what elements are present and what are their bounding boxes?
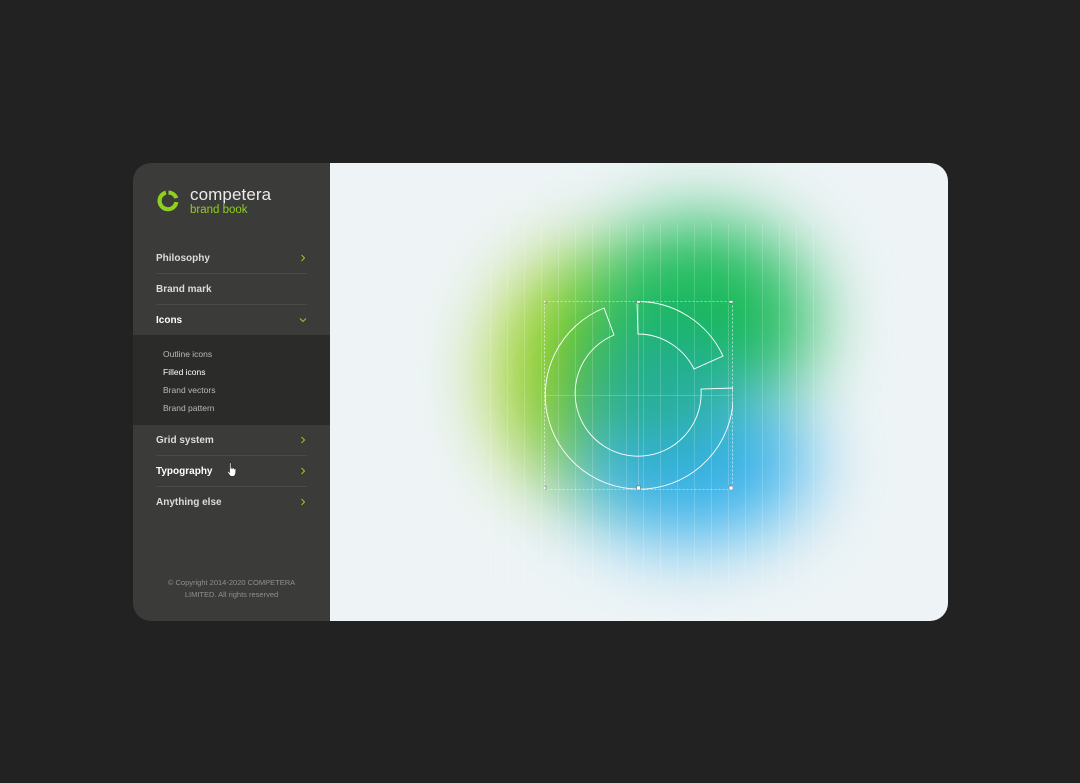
nav-item-label: Anything else [156, 496, 222, 508]
nav-item-grid-system[interactable]: Grid system [156, 425, 307, 456]
copyright-text: © Copyright 2014-2020 COMPETERA LIMITED.… [167, 578, 296, 599]
brand-subtitle: brand book [190, 204, 248, 216]
nav-item-icons[interactable]: Icons [156, 305, 307, 335]
logo-outline-artboard[interactable] [544, 301, 733, 490]
chevron-right-icon [301, 254, 306, 262]
resize-handle-top-left[interactable] [544, 301, 547, 304]
sidebar: competera brand book Philosophy Brand ma… [133, 163, 330, 621]
chevron-right-icon [301, 467, 306, 475]
chevron-down-icon [299, 318, 307, 323]
nav-item-label: Grid system [156, 434, 214, 446]
nav-item-anything-else[interactable]: Anything else [156, 487, 307, 517]
chevron-right-icon [301, 498, 306, 506]
nav-item-label: Brand mark [156, 283, 212, 295]
icon-canvas [330, 163, 948, 621]
nav-item-label: Typography [156, 465, 213, 477]
resize-handle-bottom-middle[interactable] [636, 485, 641, 490]
brandbook-window: competera brand book Philosophy Brand ma… [133, 163, 948, 621]
submenu-item-brand-vectors[interactable]: Brand vectors [133, 381, 330, 399]
chevron-right-icon [301, 436, 306, 444]
submenu-item-brand-pattern[interactable]: Brand pattern [133, 399, 330, 417]
competera-logo-icon [157, 190, 179, 212]
submenu-item-filled-icons[interactable]: Filled icons [133, 363, 330, 381]
nav-item-philosophy[interactable]: Philosophy [156, 243, 307, 274]
submenu-item-outline-icons[interactable]: Outline icons [133, 345, 330, 363]
resize-handle-bottom-left[interactable] [544, 485, 547, 490]
brand-logo[interactable]: competera brand book [155, 185, 271, 217]
nav-item-label: Icons [156, 314, 183, 326]
brand-name: competera [190, 185, 272, 204]
resize-handle-bottom-right[interactable] [728, 485, 733, 490]
icons-submenu: Outline icons Filled icons Brand vectors… [133, 335, 330, 425]
nav-item-brand-mark[interactable]: Brand mark [156, 274, 307, 305]
resize-handle-top-middle[interactable] [636, 301, 641, 304]
nav-item-label: Philosophy [156, 252, 210, 264]
hand-pointer-cursor-icon [226, 462, 237, 477]
resize-handle-top-right[interactable] [728, 301, 733, 304]
